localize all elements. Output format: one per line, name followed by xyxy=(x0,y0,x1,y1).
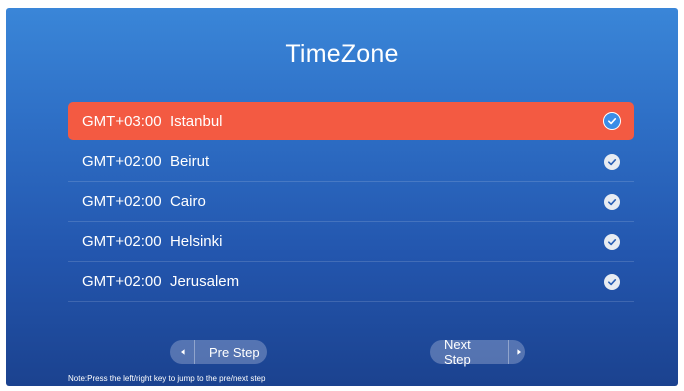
check-circle-icon xyxy=(604,233,620,250)
button-divider xyxy=(507,340,509,364)
timezone-label: GMT+02:00 Beirut xyxy=(82,153,210,170)
timezone-label: GMT+03:00 Istanbul xyxy=(82,112,223,130)
check-circle-icon xyxy=(604,193,620,210)
timezone-item-jerusalem[interactable]: GMT+02:00 Jerusalem xyxy=(68,262,634,302)
arrow-left-icon xyxy=(176,345,190,359)
timezone-panel: TimeZone GMT+03:00 Istanbul GMT+02:00 Be… xyxy=(6,8,678,386)
timezone-label: GMT+02:00 Helsinki xyxy=(82,233,223,250)
page-title: TimeZone xyxy=(285,40,399,68)
pre-step-button[interactable]: Pre Step xyxy=(170,340,267,364)
timezone-item-cairo[interactable]: GMT+02:00 Cairo xyxy=(68,182,634,222)
timezone-item-helsinki[interactable]: GMT+02:00 Helsinki xyxy=(68,222,634,262)
timezone-item-istanbul[interactable]: GMT+03:00 Istanbul xyxy=(68,102,634,140)
check-circle-icon xyxy=(604,153,620,170)
timezone-label: GMT+02:00 Cairo xyxy=(82,193,206,210)
next-step-label: Next Step xyxy=(444,337,471,367)
check-circle-icon xyxy=(604,113,620,129)
timezone-item-beirut[interactable]: GMT+02:00 Beirut xyxy=(68,142,634,182)
timezone-list[interactable]: GMT+03:00 Istanbul GMT+02:00 Beirut GMT+… xyxy=(68,102,634,302)
timezone-label: GMT+02:00 Jerusalem xyxy=(82,273,240,290)
setup-screen: TimeZone GMT+03:00 Istanbul GMT+02:00 Be… xyxy=(0,0,684,391)
next-step-button[interactable]: Next Step xyxy=(430,337,525,367)
footer-note: Note:Press the left/right key to jump to… xyxy=(68,374,266,383)
pre-step-label: Pre Step xyxy=(209,344,260,360)
button-divider xyxy=(194,340,195,364)
check-circle-icon xyxy=(604,273,620,290)
arrow-right-icon xyxy=(513,345,525,359)
